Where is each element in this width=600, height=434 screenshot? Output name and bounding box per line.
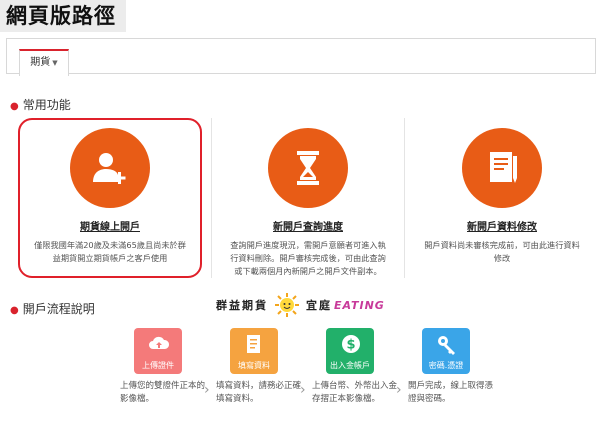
feature-description: 僅限我國年滿20歲及未滿65歲且尚未於群益期貨開立期貨帳戶之客戶使用: [34, 240, 186, 263]
feature-icon-circle: [268, 128, 348, 208]
step-label: 出入金帳戶: [330, 361, 370, 370]
chevron-down-icon: ▼: [52, 59, 58, 67]
step-label: 填寫資料: [238, 361, 270, 370]
step-tile: 填寫資料: [230, 328, 278, 374]
feature-data-modify[interactable]: 新開戶資料修改 開戶資料尚未審核完成前，可由此進行資料修改: [410, 118, 594, 278]
feature-description: 查詢開戶進度現況，需開戶意願者可進入執行資料刪除。開戶審核完成後，可由此查詢或下…: [230, 240, 386, 276]
step-description: 開戶完成，線上取得憑證與密碼。: [408, 381, 494, 404]
arrow-right-icon: ›: [396, 382, 402, 398]
watermark-banner: 群益期貨 宜庭 EATING: [216, 292, 385, 318]
dollar-icon: $: [342, 335, 360, 353]
feature-online-account-opening[interactable]: 期貨線上開戶 僅限我國年滿20歲及未滿65歲且尚未於群益期貨開立期貨帳戶之客戶使…: [18, 118, 202, 278]
step-tile: 上傳證件: [134, 328, 182, 374]
feature-icon-circle: [70, 128, 150, 208]
section-title-label: 常用功能: [22, 98, 71, 112]
tab-label: 期貨: [30, 57, 51, 68]
sun-smiley-icon: [275, 293, 299, 317]
arrow-right-icon: ›: [300, 382, 306, 398]
section-title-label: 開戶流程說明: [22, 302, 95, 316]
step-tile: $ 出入金帳戶: [326, 328, 374, 374]
section-common-functions: ● 常用功能: [10, 98, 71, 112]
form-icon: [247, 335, 260, 353]
feature-title[interactable]: 新開戶資料修改: [410, 218, 594, 233]
step-tile: 密碼.憑證: [422, 328, 470, 374]
banner-eating: EATING: [334, 298, 385, 312]
add-user-icon: [93, 153, 126, 184]
step-description: 填寫資料，請務必正確填寫資料。: [216, 381, 302, 404]
key-icon: [438, 336, 455, 355]
step-fill-form: 填寫資料 填寫資料，請務必正確填寫資料。: [216, 328, 306, 406]
divider: [404, 118, 405, 278]
page-title: 網頁版路徑: [0, 0, 126, 32]
cloud-upload-icon: [149, 336, 170, 349]
feature-title[interactable]: 期貨線上開戶: [20, 218, 200, 233]
step-password-certificate: 密碼.憑證 開戶完成，線上取得憑證與密碼。: [408, 328, 498, 406]
tab-bar: 期貨 ▼: [6, 38, 596, 76]
feature-title[interactable]: 新開戶查詢進度: [216, 218, 400, 233]
step-label: 密碼.憑證: [428, 361, 464, 370]
document-edit-icon: [490, 152, 517, 183]
hourglass-icon: [297, 151, 319, 185]
step-description: 上傳您的雙證件正本的影像檔。: [120, 381, 206, 404]
arrow-right-icon: ›: [204, 382, 210, 398]
step-label: 上傳證件: [142, 361, 174, 370]
tab-futures[interactable]: 期貨 ▼: [19, 49, 69, 76]
step-upload-id: 上傳證件 上傳您的雙證件正本的影像檔。: [120, 328, 210, 406]
banner-text-2: 宜庭: [306, 299, 332, 312]
feature-description: 開戶資料尚未審核完成前，可由此進行資料修改: [424, 240, 580, 263]
step-description: 上傳台幣、外幣出入金存摺正本影像檔。: [312, 381, 398, 404]
section-account-process: ● 開戶流程說明: [10, 302, 95, 316]
banner-text: 群益期貨: [216, 299, 268, 312]
divider: [211, 118, 212, 278]
step-bank-account: $ 出入金帳戶 上傳台幣、外幣出入金存摺正本影像檔。: [312, 328, 402, 406]
feature-icon-circle: [462, 128, 542, 208]
svg-text:$: $: [346, 338, 355, 353]
feature-progress-query[interactable]: 新開戶查詢進度 查詢開戶進度現況，需開戶意願者可進入執行資料刪除。開戶審核完成後…: [216, 118, 400, 278]
